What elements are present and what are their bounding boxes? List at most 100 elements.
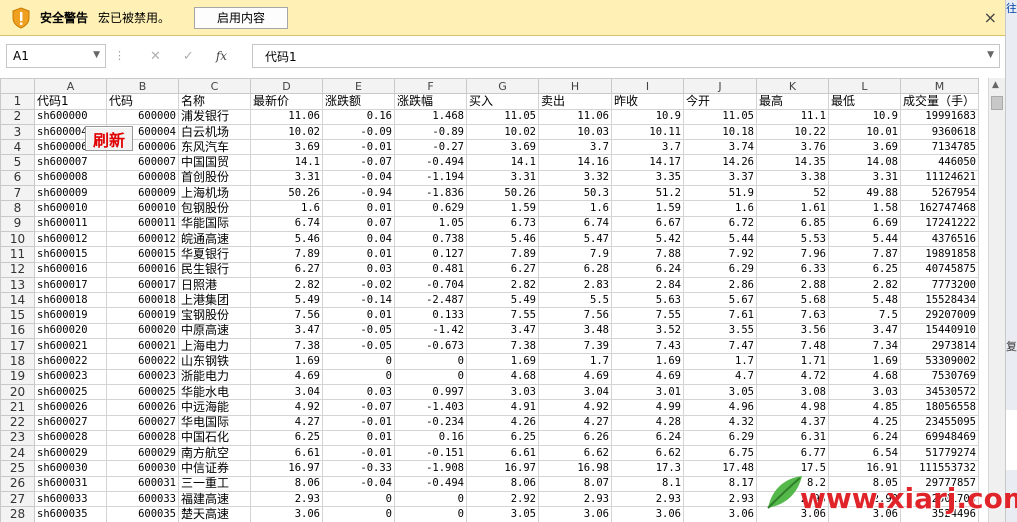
cell[interactable]: -1.42 — [394, 322, 467, 340]
cell[interactable]: 10.18 — [683, 123, 757, 141]
cell[interactable]: 6.61 — [250, 445, 323, 462]
cell[interactable]: sh600018 — [34, 292, 107, 309]
cell[interactable]: 浦发银行 — [178, 108, 251, 125]
cell[interactable]: 10.01 — [828, 123, 901, 141]
cell[interactable]: 11.06 — [250, 108, 323, 125]
close-icon[interactable]: × — [984, 8, 997, 27]
cell[interactable]: 10.02 — [466, 123, 539, 141]
cell[interactable]: 6.77 — [756, 445, 829, 462]
cell[interactable]: 6.54 — [828, 445, 901, 462]
row-header[interactable]: 12 — [0, 261, 35, 278]
cell[interactable]: 包钢股份 — [178, 200, 251, 217]
cell[interactable]: 4.32 — [683, 414, 757, 431]
cell[interactable]: 6.27 — [250, 261, 323, 278]
cell[interactable]: 600000 — [106, 108, 179, 125]
cell[interactable]: 5.48 — [828, 292, 901, 309]
cell[interactable]: 4376516 — [900, 230, 979, 248]
cell[interactable]: 0 — [322, 353, 395, 370]
cell[interactable]: -0.673 — [394, 338, 467, 355]
cell[interactable]: -0.04 — [322, 169, 395, 187]
row-header[interactable]: 10 — [0, 230, 35, 248]
cell[interactable]: 6.26 — [538, 429, 612, 447]
cell[interactable]: 1.59 — [611, 200, 684, 217]
cell[interactable]: 2.88 — [756, 276, 829, 294]
cell[interactable]: -0.89 — [394, 123, 467, 141]
cell[interactable]: -0.14 — [322, 292, 395, 309]
cell[interactable]: sh600035 — [34, 506, 107, 522]
cell[interactable]: 16.97 — [466, 460, 539, 477]
cell[interactable]: 7.9 — [538, 246, 612, 263]
column-header[interactable]: L — [828, 78, 901, 95]
cell[interactable]: 16.97 — [250, 460, 323, 477]
cell[interactable]: 6.72 — [683, 215, 757, 232]
cell[interactable]: 600019 — [106, 307, 179, 324]
row-header[interactable]: 23 — [0, 429, 35, 447]
cell[interactable]: 1.6 — [250, 200, 323, 217]
refresh-button[interactable]: 刷新 — [85, 126, 133, 151]
cell[interactable]: 5.49 — [250, 292, 323, 309]
cell[interactable]: 上海电力 — [178, 338, 251, 355]
cell[interactable]: 1.71 — [756, 353, 829, 370]
cell[interactable]: 8.07 — [538, 475, 612, 493]
column-header[interactable]: F — [394, 78, 467, 95]
cell[interactable]: 2.93 — [250, 491, 323, 508]
cell[interactable]: -0.07 — [322, 154, 395, 171]
cell[interactable]: 中原高速 — [178, 322, 251, 340]
cell[interactable]: 2.86 — [683, 276, 757, 294]
cell[interactable]: 3.47 — [466, 322, 539, 340]
cell[interactable]: 51.2 — [611, 185, 684, 202]
row-header[interactable]: 3 — [0, 123, 35, 141]
cell[interactable]: sh600017 — [34, 276, 107, 294]
row-header[interactable]: 8 — [0, 200, 35, 217]
cell[interactable]: 7.89 — [466, 246, 539, 263]
cell[interactable]: 华能水电 — [178, 383, 251, 401]
cell[interactable]: 2.82 — [828, 276, 901, 294]
cell[interactable]: 2.93 — [683, 491, 757, 508]
cell[interactable]: 5.47 — [538, 230, 612, 248]
cell[interactable]: 19891858 — [900, 246, 979, 263]
cell[interactable]: 2.93 — [611, 491, 684, 508]
cell[interactable]: 6.62 — [538, 445, 612, 462]
cell[interactable]: 3.74 — [683, 139, 757, 156]
cell[interactable]: 山东钢铁 — [178, 353, 251, 370]
cell[interactable]: 5.67 — [683, 292, 757, 309]
enable-content-button[interactable]: 启用内容 — [194, 6, 289, 29]
cell[interactable]: -0.01 — [322, 445, 395, 462]
cell[interactable]: 3.31 — [828, 169, 901, 187]
cell[interactable]: -0.704 — [394, 276, 467, 294]
cell[interactable]: 3.05 — [466, 506, 539, 522]
cell[interactable]: sh600027 — [34, 414, 107, 431]
cell[interactable]: sh600007 — [34, 154, 107, 171]
cell[interactable]: 111553732 — [900, 460, 979, 477]
cell[interactable]: 51.9 — [683, 185, 757, 202]
cell[interactable]: 4.92 — [538, 399, 612, 416]
cell[interactable]: 3.7 — [611, 139, 684, 156]
row-header[interactable]: 13 — [0, 276, 35, 294]
cell[interactable]: 4.27 — [538, 414, 612, 431]
cell[interactable]: 4.27 — [250, 414, 323, 431]
cell[interactable]: 19991683 — [900, 108, 979, 125]
cell[interactable]: 600023 — [106, 368, 179, 385]
cell[interactable]: 600020 — [106, 322, 179, 340]
cell[interactable]: 成交量（手） — [900, 93, 979, 110]
cell[interactable]: 上港集团 — [178, 292, 251, 309]
cell[interactable]: 600028 — [106, 429, 179, 447]
cell[interactable]: 福建高速 — [178, 491, 251, 508]
cell[interactable]: 3.38 — [756, 169, 829, 187]
cell[interactable]: 15440910 — [900, 322, 979, 340]
cell[interactable]: 4.92 — [250, 399, 323, 416]
cell[interactable]: -0.01 — [322, 139, 395, 156]
cell[interactable]: 600015 — [106, 246, 179, 263]
cell[interactable]: 600025 — [106, 383, 179, 401]
cell[interactable]: 6.73 — [466, 215, 539, 232]
cell[interactable]: 买入 — [466, 93, 539, 110]
worksheet-grid[interactable]: ABCDEFGHIJKLM 1 代码1 代码 名称 最新价 涨跌额 涨跌幅 买入 卖出 昨收 今开最… — [0, 78, 988, 522]
cell[interactable]: 2.84 — [611, 276, 684, 294]
cell[interactable]: 600033 — [106, 491, 179, 508]
cell[interactable]: 今开 — [683, 93, 757, 110]
cell[interactable]: 11.06 — [538, 108, 612, 125]
column-header[interactable]: K — [756, 78, 829, 95]
formula-input[interactable]: 代码1 ▼ — [252, 44, 1000, 68]
chevron-down-icon[interactable]: ▼ — [987, 50, 994, 60]
cell[interactable]: -1.403 — [394, 399, 467, 416]
